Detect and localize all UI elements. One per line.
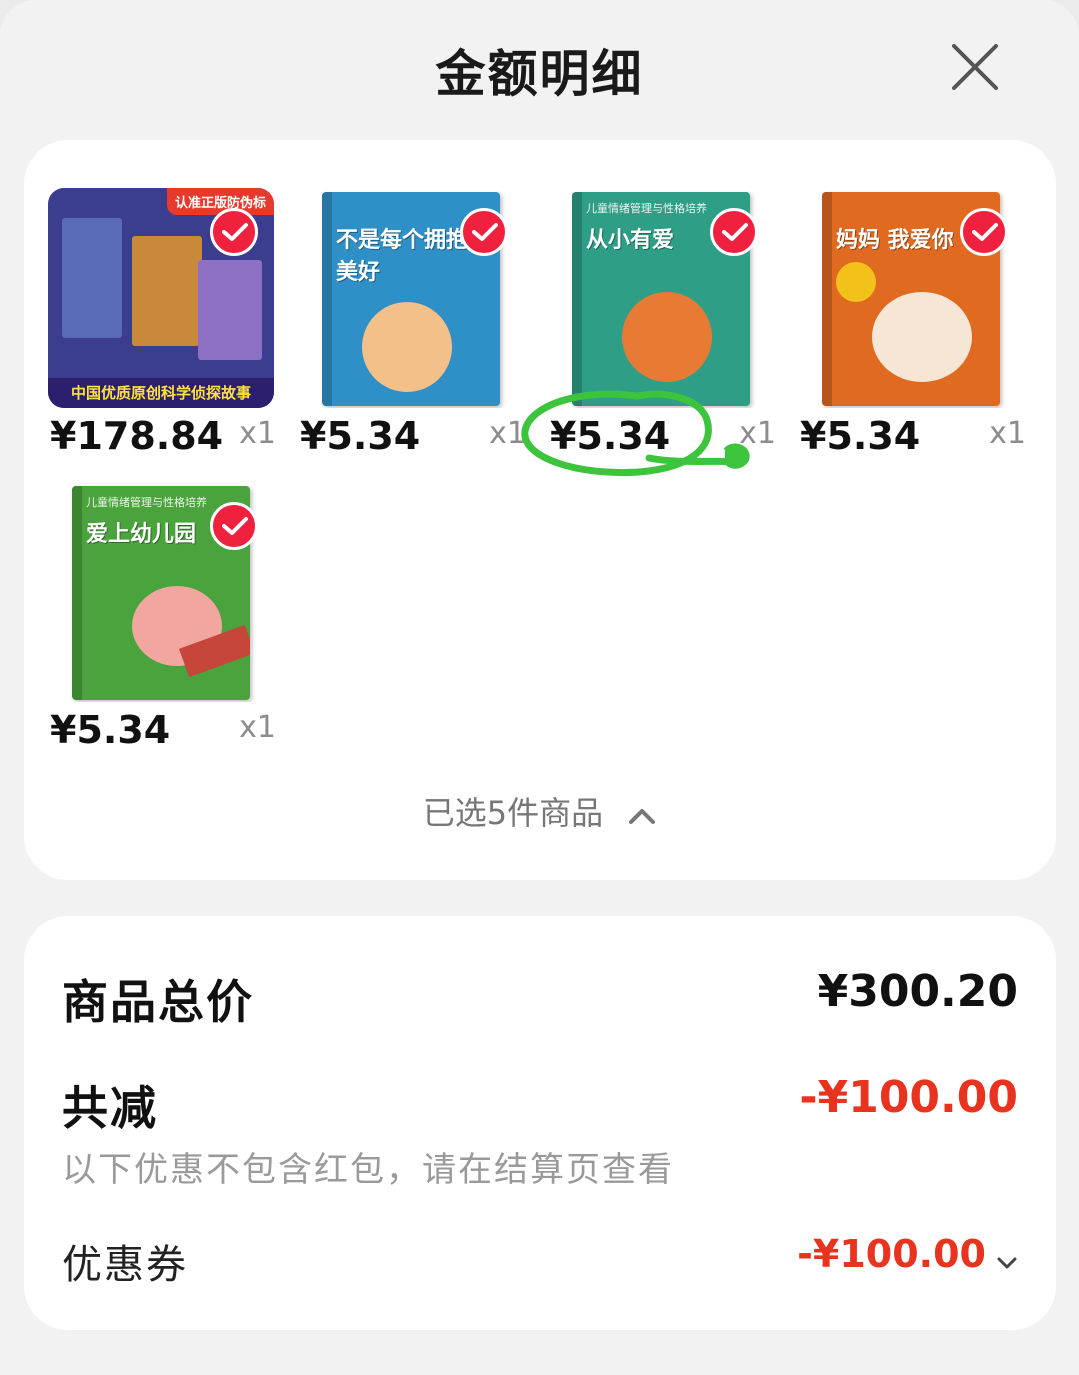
selected-count-label: 已选5件商品 — [422, 794, 604, 832]
discount-label: 共减 — [62, 1081, 158, 1135]
item-quantity: x1 — [739, 416, 776, 451]
product-item[interactable]: 儿童情绪管理与性格培养 爱上幼儿园 ¥5.34 x1 — [48, 482, 276, 772]
item-price: ¥5.34 — [50, 708, 171, 752]
sheet-title: 金额明细 — [435, 45, 644, 103]
selected-check-icon[interactable] — [960, 208, 1008, 256]
discount-row: 共减 -¥100.00 — [62, 1072, 1018, 1135]
total-price-row: 商品总价 ¥300.20 — [62, 966, 1018, 1029]
total-price-label: 商品总价 — [62, 975, 254, 1029]
product-item[interactable]: 儿童情绪管理与性格培养 从小有爱 ¥5.34 x1 — [548, 188, 776, 478]
coupon-label: 优惠券 — [62, 1242, 188, 1288]
item-price: ¥5.34 — [800, 414, 921, 458]
item-quantity: x1 — [989, 416, 1026, 451]
product-cover-image: 儿童情绪管理与性格培养 从小有爱 — [548, 188, 774, 408]
coupon-value[interactable]: -¥100.00 — [797, 1232, 1018, 1279]
cover-banner: 中国优质原创科学侦探故事 — [48, 378, 274, 408]
total-price-value: ¥300.20 — [817, 966, 1018, 1017]
item-quantity: x1 — [239, 710, 276, 745]
discount-note: 以下优惠不包含红包，请在结算页查看 — [62, 1150, 674, 1190]
selected-check-icon[interactable] — [460, 208, 508, 256]
coupon-row[interactable]: 优惠券 -¥100.00 — [62, 1232, 1018, 1288]
item-quantity: x1 — [489, 416, 526, 451]
item-price: ¥5.34 — [550, 414, 671, 458]
product-item[interactable]: 认准正版防伪标 中国优质原创科学侦探故事 ¥178.84 x1 — [48, 188, 276, 478]
product-cover-image: 不是每个拥抱都美好 — [298, 188, 524, 408]
product-cover-image: 妈妈 我爱你 — [798, 188, 1024, 408]
selected-items-toggle[interactable]: 已选5件商品 — [24, 788, 1056, 834]
chevron-down-icon — [996, 1235, 1018, 1279]
selected-check-icon[interactable] — [210, 208, 258, 256]
price-summary-card: 商品总价 ¥300.20 共减 -¥100.00 以下优惠不包含红包，请在结算页… — [24, 916, 1056, 1330]
sheet-header: 金额明细 — [0, 0, 1079, 135]
item-price: ¥178.84 — [50, 414, 224, 458]
product-cover-image: 认准正版防伪标 中国优质原创科学侦探故事 — [48, 188, 274, 408]
amount-detail-sheet: 金额明细 认准正版防伪标 中国优质原创科学侦探故事 ¥178.84 x1 不是每… — [0, 0, 1079, 1375]
coupon-amount: -¥100.00 — [797, 1232, 986, 1276]
discount-value: -¥100.00 — [799, 1072, 1018, 1123]
selected-items-card: 认准正版防伪标 中国优质原创科学侦探故事 ¥178.84 x1 不是每个拥抱都美… — [24, 140, 1056, 880]
selected-check-icon[interactable] — [710, 208, 758, 256]
selected-check-icon[interactable] — [210, 502, 258, 550]
product-cover-image: 儿童情绪管理与性格培养 爱上幼儿园 — [48, 482, 274, 702]
product-item[interactable]: 不是每个拥抱都美好 ¥5.34 x1 — [298, 188, 526, 478]
item-quantity: x1 — [239, 416, 276, 451]
chevron-up-icon — [627, 796, 657, 834]
close-icon[interactable] — [946, 38, 1004, 96]
item-price: ¥5.34 — [300, 414, 421, 458]
product-item[interactable]: 妈妈 我爱你 ¥5.34 x1 — [798, 188, 1026, 478]
